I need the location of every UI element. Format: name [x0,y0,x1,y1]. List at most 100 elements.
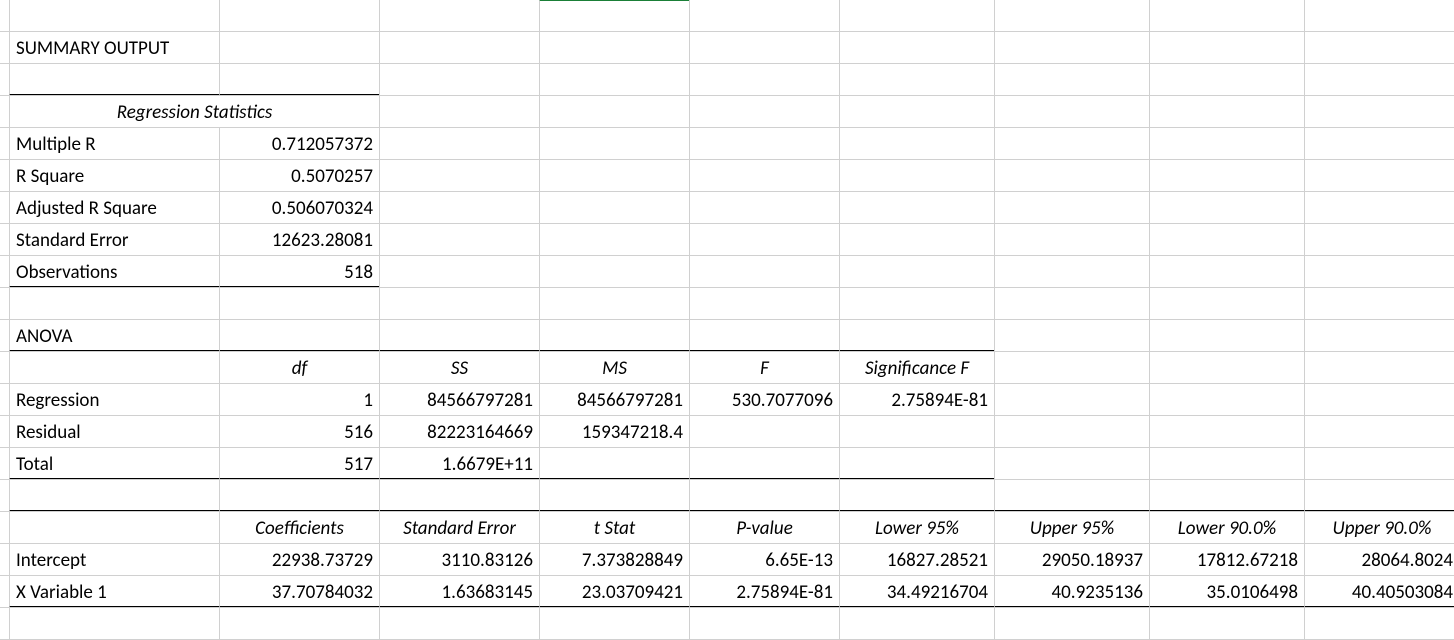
anova-sigf[interactable]: 2.75894E-81 [839,383,995,416]
anova-sigf[interactable] [839,447,995,480]
grid-cell[interactable] [539,479,690,512]
grid-cell[interactable] [1149,159,1305,192]
anova-df[interactable]: 1 [219,383,380,416]
coef-header[interactable]: Standard Error [379,511,540,544]
coef-header[interactable]: Upper 95% [994,511,1150,544]
grid-cell[interactable] [1304,63,1454,96]
grid-cell[interactable] [839,191,995,224]
grid-cell[interactable] [1149,127,1305,160]
grid-cell[interactable] [539,159,690,192]
grid-cell[interactable] [1304,415,1454,448]
anova-header-df[interactable]: df [219,351,380,384]
grid-cell[interactable] [994,255,1150,288]
coef-header[interactable]: P-value [689,511,840,544]
coef-header[interactable]: Lower 95% [839,511,995,544]
coef-header[interactable]: Coefficients [219,511,380,544]
coef-l95[interactable]: 16827.28521 [839,543,995,576]
grid-cell[interactable] [379,159,540,192]
grid-cell[interactable] [539,319,690,352]
grid-cell[interactable] [1149,0,1305,32]
grid-cell[interactable] [994,287,1150,320]
grid-cell[interactable] [839,607,995,640]
grid-cell[interactable] [379,191,540,224]
grid-cell[interactable] [1304,383,1454,416]
grid-cell[interactable] [689,223,840,256]
coef-u90[interactable]: 40.40503084 [1304,575,1454,608]
anova-header-ss[interactable]: SS [379,351,540,384]
grid-cell[interactable] [1304,447,1454,480]
grid-cell[interactable] [689,287,840,320]
anova-f[interactable] [689,447,840,480]
grid-cell[interactable] [219,0,380,32]
grid-cell[interactable] [9,351,220,384]
anova-row-label[interactable]: Residual [9,415,220,448]
stat-value[interactable]: 0.712057372 [219,127,380,160]
coef-header[interactable]: t Stat [539,511,690,544]
grid-cell[interactable] [219,319,380,352]
grid-cell[interactable] [1304,159,1454,192]
grid-cell[interactable] [379,479,540,512]
grid-cell[interactable] [1149,63,1305,96]
grid-cell[interactable] [1149,223,1305,256]
anova-f[interactable] [689,415,840,448]
stat-value[interactable]: 0.506070324 [219,191,380,224]
grid-cell[interactable] [839,95,995,128]
grid-cell[interactable] [9,479,220,512]
grid-cell[interactable] [994,95,1150,128]
grid-cell[interactable] [1149,287,1305,320]
grid-cell[interactable] [219,607,380,640]
grid-cell[interactable] [839,31,995,64]
grid-cell[interactable] [9,511,220,544]
grid-cell[interactable] [219,31,380,64]
grid-cell[interactable] [539,191,690,224]
grid-cell[interactable] [379,607,540,640]
anova-f[interactable]: 530.7077096 [689,383,840,416]
coef-u95[interactable]: 29050.18937 [994,543,1150,576]
grid-cell[interactable] [839,127,995,160]
grid-cell[interactable] [1149,319,1305,352]
coef-row-label[interactable]: Intercept [9,543,220,576]
grid-cell[interactable] [994,479,1150,512]
grid-cell[interactable] [379,255,540,288]
anova-header-sigf[interactable]: Significance F [839,351,995,384]
grid-cell[interactable] [839,287,995,320]
anova-header-ms[interactable]: MS [539,351,690,384]
grid-cell[interactable] [379,0,540,32]
active-cell-edge[interactable] [539,0,690,32]
anova-sigf[interactable] [839,415,995,448]
grid-cell[interactable] [379,95,540,128]
grid-cell[interactable] [689,95,840,128]
grid-cell[interactable] [1149,31,1305,64]
coef-p[interactable]: 6.65E-13 [689,543,840,576]
stat-value[interactable]: 518 [219,255,380,288]
grid-cell[interactable] [1304,287,1454,320]
grid-cell[interactable] [379,127,540,160]
grid-cell[interactable] [539,607,690,640]
grid-cell[interactable] [994,191,1150,224]
grid-cell[interactable] [689,31,840,64]
anova-ss[interactable]: 82223164669 [379,415,540,448]
grid-cell[interactable] [1149,383,1305,416]
grid-cell[interactable] [689,607,840,640]
grid-cell[interactable] [839,255,995,288]
grid-cell[interactable] [1304,95,1454,128]
anova-header-f[interactable]: F [689,351,840,384]
grid-cell[interactable] [1149,479,1305,512]
grid-cell[interactable] [689,0,840,32]
grid-cell[interactable] [379,319,540,352]
grid-cell[interactable] [1304,127,1454,160]
coef-t[interactable]: 23.03709421 [539,575,690,608]
grid-cell[interactable] [379,63,540,96]
grid-cell[interactable] [379,287,540,320]
grid-cell[interactable] [839,0,995,32]
coef-p[interactable]: 2.75894E-81 [689,575,840,608]
grid-cell[interactable] [839,159,995,192]
summary-output-title[interactable]: SUMMARY OUTPUT [9,31,220,64]
grid-cell[interactable] [994,159,1150,192]
grid-cell[interactable] [689,319,840,352]
grid-cell[interactable] [1304,191,1454,224]
grid-cell[interactable] [1304,607,1454,640]
grid-cell[interactable] [994,415,1150,448]
grid-cell[interactable] [379,223,540,256]
grid-cell[interactable] [994,63,1150,96]
